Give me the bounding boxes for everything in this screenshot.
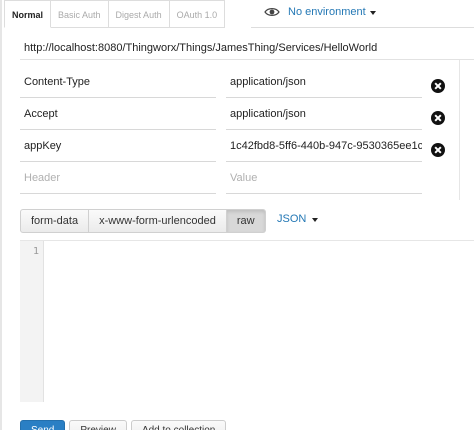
header-row: Content-Type application/json (20, 70, 460, 98)
body-type-selector: form-data x-www-form-urlencoded raw (20, 209, 266, 233)
new-header-key-input[interactable]: Header (20, 166, 216, 194)
header-row: appKey 1c42fbd8-5ff6-440b-947c-9530365ee… (20, 134, 460, 162)
header-row: Accept application/json (20, 102, 460, 130)
raw-button[interactable]: raw (226, 209, 266, 233)
header-value-field[interactable]: application/json (226, 70, 422, 98)
environment-label: No environment (288, 6, 366, 18)
raw-format-dropdown[interactable]: JSON (277, 213, 319, 225)
tabs-underline (251, 27, 474, 28)
header-key-field[interactable]: appKey (20, 134, 216, 162)
header-value-field[interactable]: 1c42fbd8-5ff6-440b-947c-9530365ee1c (226, 134, 422, 162)
left-border (0, 0, 2, 430)
tab-digest-auth[interactable]: Digest Auth (108, 0, 170, 28)
add-to-collection-button[interactable]: Add to collection (130, 420, 227, 430)
eye-icon (264, 8, 280, 16)
auth-tabs: Normal Basic Auth Digest Auth OAuth 1.0 (4, 0, 226, 28)
header-value-field[interactable]: application/json (226, 102, 422, 130)
header-key-field[interactable]: Accept (20, 102, 216, 130)
delete-header-icon[interactable] (431, 79, 445, 93)
new-header-row: Header Value (20, 166, 460, 194)
editor-top-border (20, 240, 474, 241)
header-key-field[interactable]: Content-Type (20, 70, 216, 98)
line-number: 1 (32, 246, 39, 257)
editor-gutter: 1 (20, 240, 44, 402)
delete-header-icon[interactable] (431, 111, 445, 125)
delete-header-icon[interactable] (431, 143, 445, 157)
tab-oauth-1[interactable]: OAuth 1.0 (169, 0, 226, 28)
tab-normal[interactable]: Normal (4, 0, 52, 28)
urlencoded-button[interactable]: x-www-form-urlencoded (89, 209, 227, 233)
send-button[interactable]: Send (20, 420, 66, 430)
preview-button[interactable]: Preview (69, 420, 127, 430)
tab-basic-auth[interactable]: Basic Auth (51, 0, 109, 28)
environment-selector[interactable]: No environment (264, 4, 376, 20)
raw-body-editor[interactable]: 1 (20, 240, 474, 402)
form-data-button[interactable]: form-data (20, 209, 90, 233)
request-actions: Send Preview Add to collection (20, 420, 227, 430)
url-input[interactable]: http://localhost:8080/Thingworx/Things/J… (20, 36, 474, 60)
raw-format-label: JSON (277, 213, 307, 225)
new-header-value-input[interactable]: Value (226, 166, 422, 194)
chevron-down-icon (369, 11, 376, 15)
chevron-down-icon (312, 218, 319, 222)
